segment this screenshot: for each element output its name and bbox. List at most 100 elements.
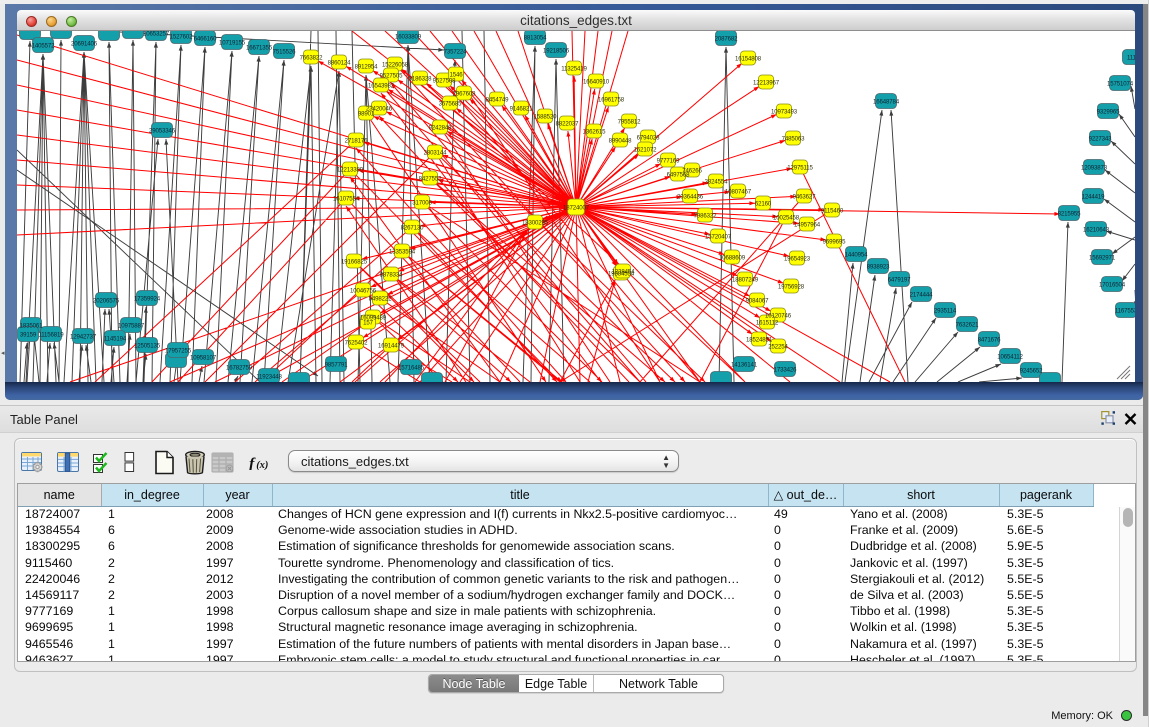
svg-text:9699695: 9699695 xyxy=(823,239,846,246)
svg-text:19166825: 19166825 xyxy=(341,259,368,266)
svg-text:16640910: 16640910 xyxy=(583,79,610,86)
svg-text:1440954: 1440954 xyxy=(845,252,868,259)
svg-text:1117: 1117 xyxy=(1127,55,1135,62)
svg-text:8471676: 8471676 xyxy=(978,337,1001,344)
svg-text:f: f xyxy=(249,456,256,470)
svg-text:62160: 62160 xyxy=(755,201,772,208)
svg-text:157: 157 xyxy=(363,320,373,327)
svg-text:9084067: 9084067 xyxy=(746,298,769,305)
svg-text:17359924: 17359924 xyxy=(134,296,161,303)
svg-text:15716485: 15716485 xyxy=(398,365,425,372)
svg-text:6794028: 6794028 xyxy=(637,135,660,142)
svg-text:9329965: 9329965 xyxy=(1097,109,1120,116)
svg-text:9115460: 9115460 xyxy=(821,208,844,215)
svg-text:17016504: 17016504 xyxy=(1099,282,1126,289)
svg-text:9227343: 9227343 xyxy=(1089,136,1112,143)
svg-text:6466160: 6466160 xyxy=(194,36,217,43)
svg-text:16782759: 16782759 xyxy=(226,365,253,372)
svg-text:9527508: 9527508 xyxy=(433,78,456,85)
svg-text:1546: 1546 xyxy=(450,72,464,79)
svg-text:10975887: 10975887 xyxy=(118,323,145,330)
svg-text:(x): (x) xyxy=(256,460,268,470)
svg-text:8860124: 8860124 xyxy=(328,60,351,67)
svg-text:317008: 317008 xyxy=(412,200,432,207)
svg-text:746266: 746266 xyxy=(682,168,702,175)
svg-text:8498222: 8498222 xyxy=(369,296,392,303)
svg-text:98901: 98901 xyxy=(358,111,375,118)
svg-text:12942737: 12942737 xyxy=(70,334,97,341)
svg-text:20691406: 20691406 xyxy=(71,41,98,48)
svg-text:16543982: 16543982 xyxy=(368,83,395,90)
svg-text:16154808: 16154808 xyxy=(735,56,762,63)
svg-text:13353594: 13353594 xyxy=(389,249,416,256)
svg-text:11325419: 11325419 xyxy=(561,66,587,73)
svg-text:18524851: 18524851 xyxy=(746,337,773,344)
svg-text:16107554: 16107554 xyxy=(333,196,360,203)
svg-text:7515526: 7515526 xyxy=(273,49,296,56)
svg-text:2087682: 2087682 xyxy=(715,36,738,43)
svg-text:7663822: 7663822 xyxy=(300,55,323,62)
svg-text:16648784: 16648784 xyxy=(873,99,900,106)
svg-text:11923448: 11923448 xyxy=(256,374,282,381)
svg-text:8990448: 8990448 xyxy=(609,138,632,145)
svg-text:10958107: 10958107 xyxy=(190,355,217,362)
svg-text:7625402: 7625402 xyxy=(345,340,368,347)
svg-text:7986322: 7986322 xyxy=(694,213,717,220)
svg-text:19654923: 19654923 xyxy=(784,256,811,263)
svg-text:1167553: 1167553 xyxy=(1115,308,1135,315)
svg-text:12093873: 12093873 xyxy=(1081,165,1108,172)
svg-text:15692971: 15692971 xyxy=(1089,255,1116,262)
svg-text:7357224: 7357224 xyxy=(444,49,467,56)
svg-text:39159: 39159 xyxy=(20,332,37,339)
svg-text:9146821: 9146821 xyxy=(510,106,533,113)
svg-text:10025458: 10025458 xyxy=(773,215,800,222)
svg-text:1588520: 1588520 xyxy=(534,114,557,121)
svg-text:19756928: 19756928 xyxy=(778,284,805,291)
svg-text:1733426: 1733426 xyxy=(774,367,797,374)
svg-text:18300295: 18300295 xyxy=(522,220,549,227)
svg-text:10688609: 10688609 xyxy=(719,255,746,262)
svg-text:8878334: 8878334 xyxy=(380,272,403,279)
svg-text:1405572: 1405572 xyxy=(32,43,55,50)
svg-text:1615112: 1615112 xyxy=(756,320,779,327)
svg-text:1244419: 1244419 xyxy=(1082,194,1105,201)
svg-text:12213967: 12213967 xyxy=(753,80,780,87)
svg-text:9245652: 9245652 xyxy=(1020,368,1043,375)
svg-text:1362615: 1362615 xyxy=(583,129,606,136)
svg-text:2935114: 2935114 xyxy=(934,308,957,315)
svg-text:9463627: 9463627 xyxy=(793,194,816,201)
svg-text:16210643: 16210643 xyxy=(1083,227,1110,234)
svg-text:12213389: 12213389 xyxy=(337,167,364,174)
svg-text:29053346: 29053346 xyxy=(149,128,176,135)
svg-text:10046756: 10046756 xyxy=(350,288,377,295)
svg-text:8912954: 8912954 xyxy=(355,64,378,71)
svg-text:9777169: 9777169 xyxy=(657,158,680,165)
svg-text:7485063: 7485063 xyxy=(782,136,805,143)
svg-text:1145194: 1145194 xyxy=(104,336,127,343)
svg-text:8822037: 8822037 xyxy=(556,121,579,128)
svg-text:16961758: 16961758 xyxy=(598,97,625,104)
svg-text:252254: 252254 xyxy=(768,344,788,351)
svg-text:7955812: 7955812 xyxy=(618,119,641,126)
svg-text:1835061: 1835061 xyxy=(20,323,43,330)
svg-text:18807249: 18807249 xyxy=(732,277,759,284)
svg-text:15226058: 15226058 xyxy=(382,62,409,69)
svg-text:14957964: 14957964 xyxy=(794,222,821,229)
svg-text:2174444: 2174444 xyxy=(910,292,933,299)
svg-text:16671355: 16671355 xyxy=(246,45,273,52)
svg-text:2803144: 2803144 xyxy=(424,150,447,157)
svg-text:8454749: 8454749 xyxy=(486,97,509,104)
svg-text:9242848: 9242848 xyxy=(429,125,452,132)
svg-text:10654112: 10654112 xyxy=(997,354,1023,361)
svg-text:9527505: 9527505 xyxy=(380,73,403,80)
svg-text:8813054: 8813054 xyxy=(524,35,547,42)
svg-text:12505135: 12505135 xyxy=(134,343,161,350)
svg-text:16033809: 16033809 xyxy=(395,34,422,41)
svg-text:10973493: 10973493 xyxy=(771,109,798,116)
svg-text:8186328: 8186328 xyxy=(409,76,432,83)
svg-text:20206575: 20206575 xyxy=(93,298,120,305)
svg-text:1621072: 1621072 xyxy=(634,147,657,154)
svg-text:10719155: 10719155 xyxy=(219,40,246,47)
svg-text:8427552: 8427552 xyxy=(419,176,442,183)
svg-text:16120746: 16120746 xyxy=(765,313,792,320)
